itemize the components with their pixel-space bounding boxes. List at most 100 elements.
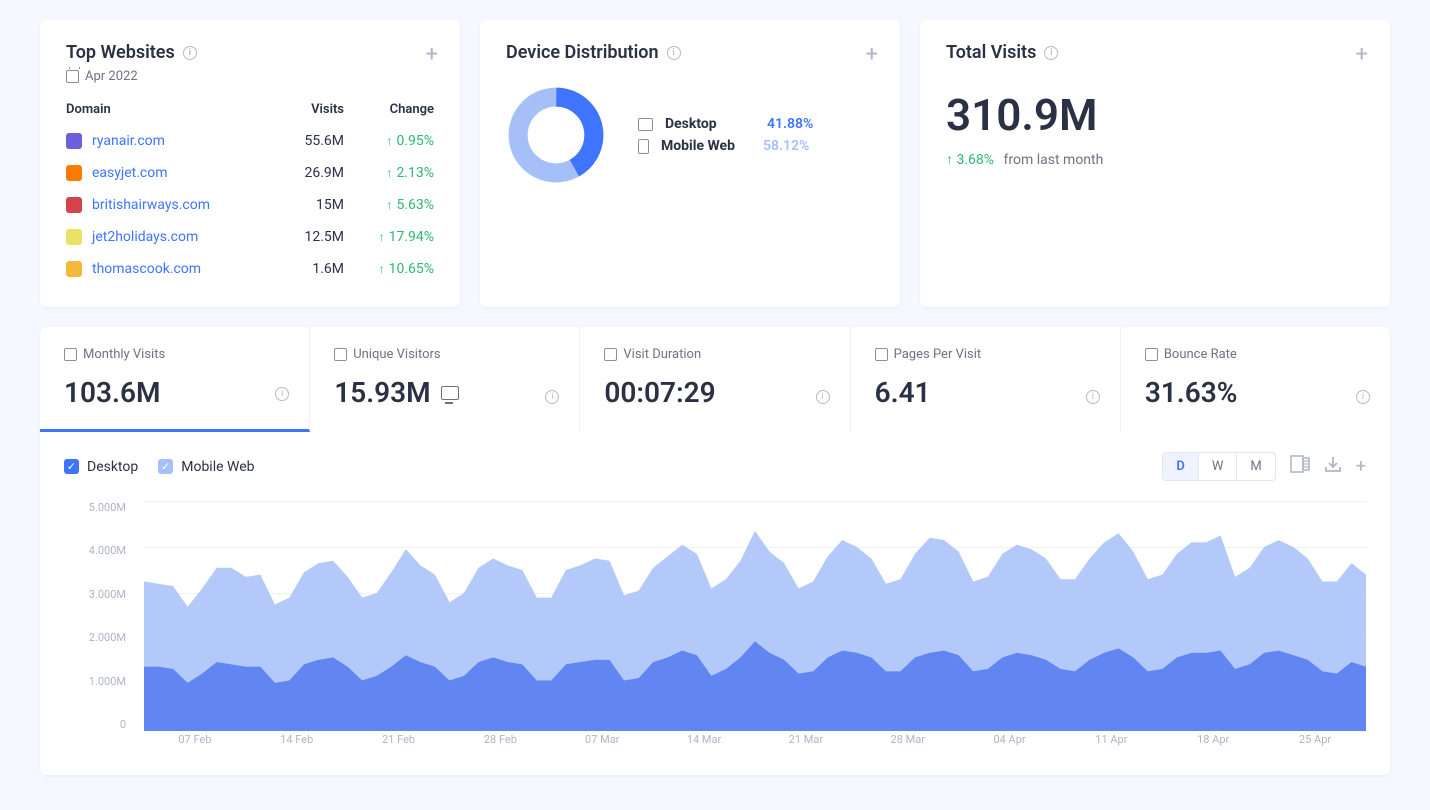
change-value: ↑ 5.63%	[344, 197, 434, 213]
visits-value: 1.6M	[264, 261, 344, 277]
info-icon[interactable]: i	[545, 390, 559, 404]
checkbox-on-icon: ✓	[158, 459, 173, 474]
domain-link[interactable]: jet2holidays.com	[92, 229, 264, 245]
legend-value: 58.12%	[763, 138, 809, 154]
info-icon[interactable]: i	[1086, 390, 1100, 404]
metric-label: Bounce Rate	[1145, 347, 1366, 362]
metric-tab[interactable]: Bounce Rate 31.63% i	[1121, 327, 1390, 432]
favicon-icon	[66, 229, 82, 245]
visits-value: 15M	[264, 197, 344, 213]
change-text: from last month	[1004, 152, 1104, 168]
metric-label: Visit Duration	[604, 347, 825, 362]
change-value: ↑ 10.65%	[344, 261, 434, 277]
chart-card: ✓ Desktop ✓ Mobile Web D W M + 5.000M4.	[40, 428, 1390, 775]
device-distribution-title: Device Distribution i	[506, 42, 874, 63]
metric-label: Unique Visitors	[334, 347, 555, 362]
change-value: ↑ 0.95%	[344, 133, 434, 149]
calendar-icon	[66, 70, 79, 83]
add-widget-icon[interactable]: +	[866, 42, 878, 67]
legend-label: Mobile Web	[661, 138, 751, 154]
info-icon[interactable]: i	[275, 387, 289, 401]
metric-tab[interactable]: Monthly Visits 103.6M i	[40, 327, 310, 432]
table-header: Domain Visits Change	[66, 102, 434, 125]
legend-desktop-toggle[interactable]: ✓ Desktop	[64, 459, 138, 475]
metric-value: 103.6M	[64, 376, 285, 409]
metric-tab[interactable]: Unique Visitors 15.93M i	[310, 327, 580, 432]
visits-value: 12.5M	[264, 229, 344, 245]
metric-icon	[334, 348, 347, 361]
info-icon[interactable]: i	[1356, 390, 1370, 404]
table-row: britishairways.com 15M ↑ 5.63%	[66, 189, 434, 221]
plot-area	[144, 501, 1366, 731]
metric-icon	[64, 348, 77, 361]
mobile-icon	[638, 139, 649, 154]
domain-link[interactable]: britishairways.com	[92, 197, 264, 213]
visits-value: 26.9M	[264, 165, 344, 181]
metric-tab[interactable]: Pages Per Visit 6.41 i	[851, 327, 1121, 432]
card-title-text: Device Distribution	[506, 42, 659, 63]
date-filter[interactable]: Apr 2022	[66, 69, 434, 84]
area-chart: 5.000M4.000M3.000M2.000M1.000M0 07 Feb14…	[64, 501, 1366, 751]
metric-tab[interactable]: Visit Duration 00:07:29 i	[580, 327, 850, 432]
chart-tools: D W M +	[1162, 452, 1366, 481]
device-legend: Desktop 41.88% Mobile Web 58.12%	[638, 113, 813, 157]
granularity-month[interactable]: M	[1237, 453, 1274, 480]
arrow-up-icon: ↑	[379, 262, 385, 276]
info-icon[interactable]: i	[667, 46, 681, 60]
legend-desktop: Desktop 41.88%	[638, 113, 813, 135]
visits-value: 55.6M	[264, 133, 344, 149]
granularity-week[interactable]: W	[1199, 453, 1238, 480]
granularity-day[interactable]: D	[1163, 453, 1198, 480]
granularity-segment: D W M	[1162, 452, 1275, 481]
favicon-icon	[66, 197, 82, 213]
legend-label: Mobile Web	[181, 459, 254, 475]
metric-value: 00:07:29	[604, 376, 825, 409]
metric-label: Pages Per Visit	[875, 347, 1096, 362]
metric-value: 31.63%	[1145, 376, 1366, 409]
table-row: thomascook.com 1.6M ↑ 10.65%	[66, 253, 434, 285]
add-icon[interactable]: +	[1356, 456, 1366, 477]
info-icon[interactable]: i	[183, 46, 197, 60]
legend-mobile-toggle[interactable]: ✓ Mobile Web	[158, 459, 254, 475]
arrow-up-icon: ↑	[379, 230, 385, 244]
col-domain: Domain	[66, 102, 264, 117]
info-icon[interactable]: i	[1044, 46, 1058, 60]
card-title-text: Total Visits	[946, 42, 1036, 63]
metric-icon	[1145, 348, 1158, 361]
favicon-icon	[66, 165, 82, 181]
arrow-up-icon: ↑	[386, 166, 392, 180]
domain-link[interactable]: easyjet.com	[92, 165, 264, 181]
desktop-icon	[441, 386, 459, 400]
top-websites-title: Top Websites i	[66, 42, 434, 63]
info-icon[interactable]: i	[816, 390, 830, 404]
donut-chart	[506, 85, 606, 185]
legend-value: 41.88%	[767, 116, 813, 132]
metric-icon	[875, 348, 888, 361]
favicon-icon	[66, 133, 82, 149]
arrow-up-icon: ↑	[386, 134, 392, 148]
table-row: easyjet.com 26.9M ↑ 2.13%	[66, 157, 434, 189]
domain-link[interactable]: ryanair.com	[92, 133, 264, 149]
col-change: Change	[344, 102, 434, 117]
x-axis: 07 Feb14 Feb21 Feb28 Feb07 Mar14 Mar21 M…	[144, 733, 1366, 751]
metrics-row: Monthly Visits 103.6M i Unique Visitors …	[40, 327, 1390, 432]
metric-icon	[604, 348, 617, 361]
add-widget-icon[interactable]: +	[426, 42, 438, 67]
checkbox-on-icon: ✓	[64, 459, 79, 474]
metric-value: 15.93M	[334, 376, 555, 409]
legend-label: Desktop	[665, 116, 755, 132]
arrow-up-icon: ↑	[386, 198, 392, 212]
y-axis: 5.000M4.000M3.000M2.000M1.000M0	[64, 501, 134, 731]
download-icon[interactable]	[1324, 455, 1342, 478]
domain-link[interactable]: thomascook.com	[92, 261, 264, 277]
legend-mobile: Mobile Web 58.12%	[638, 135, 813, 157]
col-visits: Visits	[264, 102, 344, 117]
top-websites-card: + Top Websites i Apr 2022 Domain Visits …	[40, 20, 460, 307]
total-visits-value: 310.9M	[946, 89, 1364, 141]
export-excel-icon[interactable]	[1290, 455, 1310, 478]
add-widget-icon[interactable]: +	[1356, 42, 1368, 67]
table-row: ryanair.com 55.6M ↑ 0.95%	[66, 125, 434, 157]
desktop-icon	[638, 118, 653, 131]
date-text: Apr 2022	[85, 69, 138, 84]
change-value: ↑ 17.94%	[344, 229, 434, 245]
